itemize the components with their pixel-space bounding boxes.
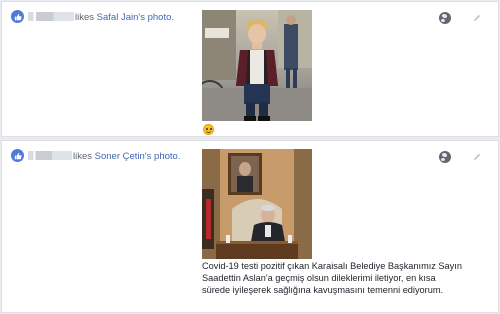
pencil-icon[interactable]: [472, 152, 482, 162]
globe-icon[interactable]: [439, 151, 451, 163]
smiley-icon: [203, 124, 214, 135]
globe-icon[interactable]: [439, 12, 451, 24]
activity-entry: likes Safal Jain's photo.: [1, 1, 499, 137]
liked-photo[interactable]: [202, 149, 312, 259]
activity-verb: likes: [75, 12, 95, 23]
pencil-icon[interactable]: [472, 13, 482, 23]
actor-name-redacted[interactable]: [28, 151, 72, 160]
activity-text: likes Safal Jain's photo.: [75, 12, 174, 23]
photo-owner-link[interactable]: Soner Çetin's: [95, 151, 152, 162]
photo-link[interactable]: photo.: [148, 12, 174, 23]
photo-caption: Covid-19 testi pozitif çıkan Karaisalı B…: [202, 261, 462, 295]
actor-name-redacted[interactable]: [28, 12, 74, 21]
photo-owner-link[interactable]: Safal Jain's: [97, 12, 145, 23]
liked-photo[interactable]: [202, 10, 312, 121]
thumbs-up-icon: [11, 149, 24, 162]
activity-entry: likes Soner Çetin's photo. Covid-19 test…: [1, 140, 499, 313]
photo-link[interactable]: photo.: [154, 151, 180, 162]
activity-text: likes Soner Çetin's photo.: [73, 151, 180, 162]
thumbs-up-icon: [11, 10, 24, 23]
activity-verb: likes: [73, 151, 93, 162]
